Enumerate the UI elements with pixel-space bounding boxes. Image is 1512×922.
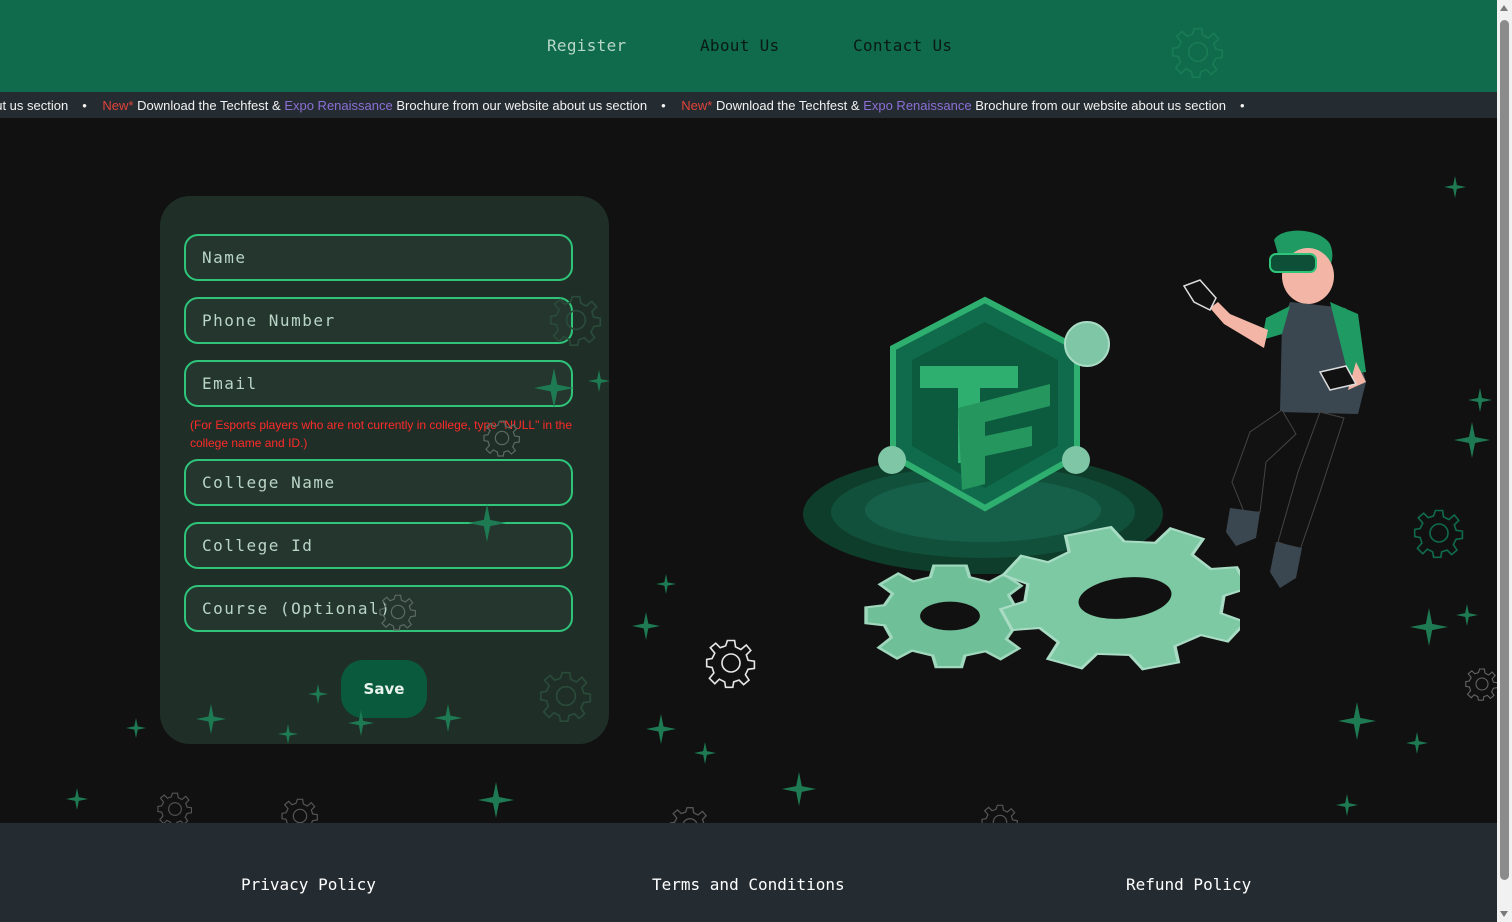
gear-icon: [538, 668, 594, 724]
footer: Privacy Policy Terms and Conditions Refu…: [0, 823, 1497, 922]
name-field[interactable]: [184, 234, 573, 281]
sparkle-icon: [478, 782, 514, 818]
ticker-separator: •: [82, 98, 87, 113]
registration-form-card: (For Esports players who are not current…: [160, 196, 609, 744]
sparkle-icon: [1444, 176, 1466, 198]
scrollbar-thumb[interactable]: [1500, 20, 1509, 880]
sparkle-icon: [656, 574, 676, 594]
ticker-text: Download the Techfest &: [715, 98, 860, 113]
scroll-down-arrow-icon[interactable]: [1500, 911, 1508, 917]
gear-icon: [668, 804, 712, 823]
sparkle-icon: [1336, 794, 1358, 816]
terms-and-conditions-link[interactable]: Terms and Conditions: [652, 875, 845, 894]
sparkle-icon: [646, 714, 676, 744]
college-name-field[interactable]: [184, 459, 573, 506]
new-badge: New*: [102, 98, 134, 113]
page-scrollbar[interactable]: [1497, 0, 1512, 922]
sparkle-icon: [534, 368, 574, 408]
ticker-lead-text: out us section: [0, 98, 69, 113]
top-navbar: Register About Us Contact Us: [0, 0, 1497, 92]
gear-icon: [156, 790, 194, 823]
sparkle-icon: [434, 704, 462, 732]
gear-icon: [980, 802, 1020, 823]
new-badge: New*: [681, 98, 713, 113]
sparkle-icon: [126, 718, 146, 738]
refund-policy-link[interactable]: Refund Policy: [1126, 875, 1251, 894]
scroll-up-arrow-icon[interactable]: [1500, 5, 1508, 11]
sparkle-icon: [1338, 702, 1376, 740]
sparkle-icon: [308, 684, 328, 704]
ticker-separator: •: [1239, 98, 1245, 113]
gear-icon: [482, 418, 522, 458]
ticker-text: Brochure from our website about us secti…: [975, 98, 1226, 113]
sparkle-icon: [588, 370, 610, 392]
sparkle-icon: [1456, 604, 1478, 626]
sparkle-icon: [468, 504, 506, 542]
gear-icon: [1170, 24, 1226, 80]
gear-icon: [378, 592, 418, 632]
expo-label: Expo Renaissance: [863, 98, 972, 113]
privacy-policy-link[interactable]: Privacy Policy: [241, 875, 376, 894]
sparkle-icon: [1406, 732, 1428, 754]
phone-number-field[interactable]: [184, 297, 573, 344]
ticker-text: Brochure from our website about us secti…: [396, 98, 648, 113]
expo-label: Expo Renaissance: [284, 98, 393, 113]
sparkle-icon: [782, 772, 816, 806]
gear-icon: [1464, 666, 1497, 702]
sparkle-icon: [632, 612, 660, 640]
email-field[interactable]: [184, 360, 573, 407]
sparkle-icon: [694, 742, 716, 764]
sparkle-icon: [278, 724, 298, 744]
vr-character-illustration: [1182, 230, 1366, 588]
gear-icon: [280, 796, 320, 823]
sparkle-icon: [196, 704, 226, 734]
sparkle-icon: [1468, 388, 1492, 412]
ticker-item[interactable]: New* Download the Techfest & Expo Renais…: [102, 98, 647, 113]
nav-register-link[interactable]: Register: [547, 36, 626, 55]
ticker-separator: •: [661, 98, 666, 113]
ticker-item[interactable]: New* Download the Techfest & Expo Renais…: [681, 98, 1226, 113]
gear-icon: [548, 292, 604, 348]
nav-contact-link[interactable]: Contact Us: [853, 36, 952, 55]
ticker-text: Download the Techfest &: [137, 98, 281, 113]
sparkle-icon: [348, 710, 374, 736]
gear-icon: [704, 636, 758, 690]
sparkle-icon: [66, 788, 88, 810]
college-id-field[interactable]: [184, 522, 573, 569]
announcement-ticker: out us section • New* Download the Techfe…: [0, 92, 1497, 118]
main-section: (For Esports players who are not current…: [0, 118, 1497, 823]
sparkle-icon: [1410, 608, 1448, 646]
sparkle-icon: [1454, 422, 1490, 458]
nav-about-link[interactable]: About Us: [700, 36, 779, 55]
ticker-track: out us section • New* Download the Techfe…: [0, 98, 1257, 113]
gear-icon: [1412, 506, 1466, 560]
